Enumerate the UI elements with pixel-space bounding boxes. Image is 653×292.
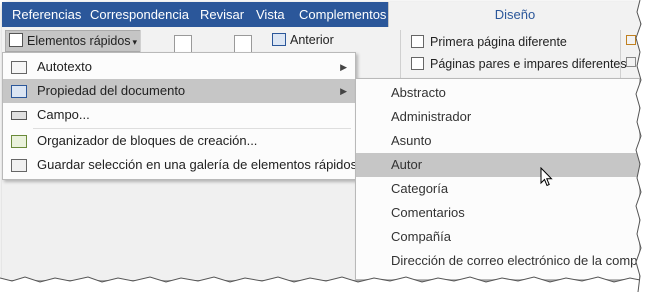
submenu-item-asunto[interactable]: Asunto <box>356 129 639 153</box>
menu-item-label: Guardar selección en una galería de elem… <box>37 157 368 172</box>
chevron-right-icon: ▶ <box>340 62 347 72</box>
building-blocks-icon <box>11 135 27 148</box>
submenu-item-administrador[interactable]: Administrador <box>356 105 639 129</box>
submenu-item-label: Comentarios <box>391 205 465 220</box>
tab-correspondencia[interactable]: Correspondencia <box>84 2 195 27</box>
menu-item-label: Autotexto <box>37 59 92 74</box>
submenu-item-label: Asunto <box>391 133 432 148</box>
menu-item-label: Organizador de bloques de creación... <box>37 133 258 148</box>
menu-item-propiedad-documento[interactable]: Propiedad del documento ▶ <box>3 79 355 103</box>
chevron-down-icon: ▾ <box>132 37 138 47</box>
previous-label: Anterior <box>290 33 334 47</box>
checkbox-icon[interactable] <box>411 57 424 70</box>
first-page-different-checkbox[interactable]: Primera página diferente <box>411 32 567 52</box>
submenu-item-label: Categoría <box>391 181 449 196</box>
menu-item-organizador[interactable]: Organizador de bloques de creación... <box>3 129 355 153</box>
tab-referencias[interactable]: Referencias <box>6 2 87 27</box>
submenu-item-label: Autor <box>391 157 423 172</box>
ribbon-divider <box>400 30 401 84</box>
odd-even-different-label: Páginas pares e impares diferentes <box>430 57 627 71</box>
submenu-item-label: Abstracto <box>391 85 446 100</box>
menu-item-guardar-seleccion[interactable]: Guardar selección en una galería de elem… <box>3 153 368 177</box>
autotext-icon <box>11 61 27 74</box>
quick-parts-button[interactable]: Elementos rápidos ▾ <box>5 30 141 52</box>
torn-edge-right <box>635 0 653 292</box>
mouse-pointer-icon <box>540 167 553 187</box>
chevron-right-icon: ▶ <box>340 86 347 96</box>
odd-even-different-checkbox[interactable]: Páginas pares e impares diferentes <box>411 54 627 74</box>
submenu-item-abstracto[interactable]: Abstracto <box>356 81 639 105</box>
menu-item-campo[interactable]: Campo... <box>3 103 355 127</box>
previous-button[interactable]: Anterior <box>272 30 334 50</box>
tab-vista[interactable]: Vista <box>250 2 291 27</box>
menu-item-label: Propiedad del documento <box>37 83 186 98</box>
word-window: Referencias Correspondencia Revisar Vist… <box>2 2 640 280</box>
tab-complementos[interactable]: Complementos <box>293 2 392 27</box>
submenu-item-compania[interactable]: Compañía <box>356 225 639 249</box>
submenu-item-label: Compañía <box>391 229 451 244</box>
previous-section-icon <box>272 33 286 46</box>
document-property-icon <box>11 85 27 98</box>
quick-parts-icon <box>9 33 23 47</box>
quick-parts-menu: Autotexto ▶ Propiedad del documento ▶ Ca… <box>2 52 368 180</box>
submenu-item-autor[interactable]: Autor <box>356 153 639 177</box>
save-selection-icon <box>11 159 27 172</box>
submenu-item-comentarios[interactable]: Comentarios <box>356 201 639 225</box>
menu-item-label: Campo... <box>37 107 90 122</box>
field-icon <box>11 111 27 120</box>
ribbon-tab-bar: Referencias Correspondencia Revisar Vist… <box>2 2 640 27</box>
submenu-item-categoria[interactable]: Categoría <box>356 177 639 201</box>
tab-revisar[interactable]: Revisar <box>194 2 250 27</box>
first-page-different-label: Primera página diferente <box>430 35 567 49</box>
torn-edge-bottom <box>0 276 653 292</box>
checkbox-icon[interactable] <box>411 35 424 48</box>
menu-item-autotexto[interactable]: Autotexto ▶ <box>3 55 355 79</box>
document-property-submenu: Abstracto Administrador Asunto Autor Cat… <box>355 78 640 280</box>
submenu-item-label: Administrador <box>391 109 472 124</box>
quick-parts-label: Elementos rápidos <box>27 34 131 48</box>
tab-diseno[interactable]: Diseño <box>388 2 640 27</box>
ribbon-divider <box>620 30 621 84</box>
